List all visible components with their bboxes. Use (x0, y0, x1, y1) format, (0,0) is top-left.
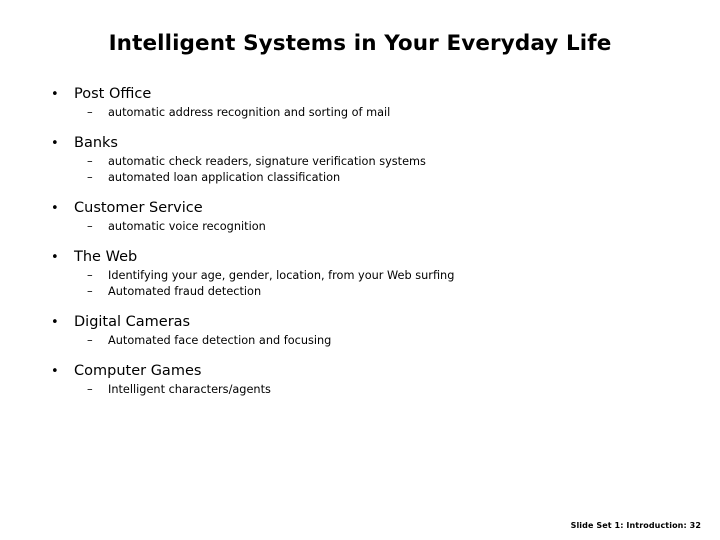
sub-bullet-label: Identifying your age, gender, location, … (108, 269, 455, 282)
dash-bullet-icon: – (87, 285, 93, 298)
list-item: – automatic check readers, signature ver… (0, 154, 720, 170)
bullet-topic-label: Post Office (74, 86, 152, 102)
page-title: Intelligent Systems in Your Everyday Lif… (108, 31, 612, 56)
bullet-topic-banks: • Banks – automatic check readers, signa… (0, 133, 720, 186)
dash-bullet-icon: – (87, 383, 93, 396)
bullet-topic-the-web: • The Web – Identifying your age, gender… (0, 247, 720, 300)
presentation-slide: Intelligent Systems in Your Everyday Lif… (0, 0, 720, 540)
dash-bullet-icon: – (87, 269, 93, 282)
slide-footer: Slide Set 1: Introduction: 32 (570, 521, 701, 530)
list-item: – automatic voice recognition (0, 219, 720, 235)
bullet-topic-label: Customer Service (74, 200, 203, 216)
sub-bullet-list: – automatic address recognition and sort… (0, 105, 720, 121)
bullet-topic-label: The Web (74, 249, 138, 265)
sub-bullet-list: – Automated face detection and focusing (0, 333, 720, 349)
bullet-point-icon: • (51, 250, 59, 265)
bullet-point-icon: • (51, 201, 59, 216)
bullet-topic-heading: • Computer Games (0, 361, 720, 382)
list-item: – Identifying your age, gender, location… (0, 268, 720, 284)
sub-bullet-list: – automatic voice recognition (0, 219, 720, 235)
sub-bullet-list: – Identifying your age, gender, location… (0, 268, 720, 300)
bullet-topic-digital-cameras: • Digital Cameras – Automated face detec… (0, 312, 720, 349)
bullet-point-icon: • (51, 87, 59, 102)
bullet-topic-label: Banks (74, 135, 118, 151)
bullet-topic-label: Computer Games (74, 363, 202, 379)
bullet-topic-heading: • Digital Cameras (0, 312, 720, 333)
bullet-topic-heading: • Post Office (0, 84, 720, 105)
slide-content-body: • Post Office – automatic address recogn… (0, 84, 720, 398)
sub-bullet-label: automatic check readers, signature verif… (108, 155, 426, 168)
dash-bullet-icon: – (87, 171, 93, 184)
bullet-topic-heading: • Banks (0, 133, 720, 154)
sub-bullet-label: Intelligent characters/agents (108, 383, 271, 396)
bullet-point-icon: • (51, 315, 59, 330)
bullet-topic-computer-games: • Computer Games – Intelligent character… (0, 361, 720, 398)
bullet-topic-heading: • Customer Service (0, 198, 720, 219)
bullet-topic-label: Digital Cameras (74, 314, 191, 330)
sub-bullet-label: automated loan application classificatio… (108, 171, 341, 184)
list-item: – Intelligent characters/agents (0, 382, 720, 398)
bullet-topic-customer-service: • Customer Service – automatic voice rec… (0, 198, 720, 235)
sub-bullet-label: Automated fraud detection (108, 285, 262, 298)
dash-bullet-icon: – (87, 155, 93, 168)
dash-bullet-icon: – (87, 220, 93, 233)
sub-bullet-label: automatic voice recognition (108, 220, 266, 233)
bullet-topic-post-office: • Post Office – automatic address recogn… (0, 84, 720, 121)
dash-bullet-icon: – (87, 334, 93, 347)
sub-bullet-list: – automatic check readers, signature ver… (0, 154, 720, 186)
list-item: – Automated fraud detection (0, 284, 720, 300)
dash-bullet-icon: – (87, 106, 93, 119)
list-item: – Automated face detection and focusing (0, 333, 720, 349)
bullet-point-icon: • (51, 364, 59, 379)
bullet-topic-heading: • The Web (0, 247, 720, 268)
list-item: – automated loan application classificat… (0, 170, 720, 186)
sub-bullet-list: – Intelligent characters/agents (0, 382, 720, 398)
sub-bullet-label: automatic address recognition and sortin… (108, 106, 391, 119)
sub-bullet-label: Automated face detection and focusing (108, 334, 332, 347)
bullet-point-icon: • (51, 136, 59, 151)
list-item: – automatic address recognition and sort… (0, 105, 720, 121)
